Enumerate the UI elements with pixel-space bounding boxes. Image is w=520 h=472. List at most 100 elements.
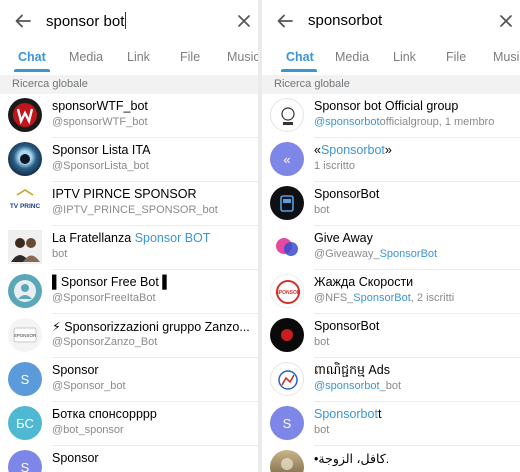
result-name: •کافل، الزوجة. [314,452,390,466]
list-item[interactable]: SponsorBot bot [262,182,520,226]
search-bar: sponsor bot [0,0,258,42]
avatar [270,230,304,264]
tab-music[interactable]: Musica [493,50,520,64]
avatar: SPONSOR [8,318,42,352]
result-handle: @IPTV_PRINCE_SPONSOR_bot [52,204,218,216]
section-header: Ricerca globale [0,75,258,94]
avatar-letter: « [270,142,304,176]
avatar [270,318,304,352]
search-bar: sponsorbot [262,0,520,42]
sponsor-stamp-icon: SPONSOR [275,280,301,304]
result-name: Ботка спонсорррр [52,407,157,421]
avatar [8,230,42,264]
result-members: 1 iscritto [314,160,355,172]
section-header: Ricerca globale [262,75,520,94]
results-list: Sponsor bot Official group @sponsorbotof… [262,94,520,472]
result-name: La Fratellanza Sponsor BOT [52,231,211,245]
result-handle: @SponsorZanzo_Bot [52,336,158,348]
clear-icon[interactable] [498,13,514,29]
active-tab-indicator [14,69,50,72]
group-logo-icon [281,107,295,125]
result-handle: @Sponsor_bot [52,380,126,392]
avatar-letter: БС [8,406,42,440]
avatar-text: SPONSOR [14,333,37,338]
eye-icon [20,154,30,164]
list-item[interactable]: ▌Sponsor Free Bot ▌ @SponsorFreeItaBot [0,270,258,314]
tab-media[interactable]: Media [335,50,369,64]
list-item[interactable]: TV PRINC IPTV PIRNCE SPONSOR @IPTV_PRINC… [0,182,258,226]
list-item[interactable]: La Fratellanza Sponsor BOT bot [0,226,258,270]
search-input[interactable]: sponsorbot [308,12,382,29]
result-handle: @sponsorWTF_bot [52,116,148,128]
tab-chat[interactable]: Chat [18,50,46,64]
result-name: Жажда Скорости [314,275,414,289]
avatar [8,98,42,132]
results-list: sponsorWTF_bot @sponsorWTF_bot Sponsor L… [0,94,258,472]
wtf-logo-icon [13,103,37,127]
back-arrow-icon[interactable] [276,12,294,30]
people-photo-icon [11,238,40,262]
search-input[interactable]: sponsor bot [46,12,127,30]
robot-icon [280,195,294,212]
tab-file[interactable]: File [446,50,466,64]
list-item[interactable]: S Sponsor @Sponsor_bot [0,358,258,402]
avatar [270,186,304,220]
avatar-letter: S [8,362,42,396]
red-logo-icon [281,329,293,341]
tab-media[interactable]: Media [69,50,103,64]
result-name: Sponsor [52,363,99,377]
ads-logo-icon [278,370,298,390]
list-item[interactable]: SPONSOR Жажда Скорости @NFS_SponsorBot, … [262,270,520,314]
list-item[interactable]: Sponsor Lista ITA @SponsorLista_bot [0,138,258,182]
list-item[interactable]: « «Sponsorbot» 1 iscritto [262,138,520,182]
avatar-letter: S [8,450,42,472]
list-item[interactable]: БС Ботка спонсорррр @bot_sponsor [0,402,258,446]
avatar [8,142,42,176]
avatar [270,98,304,132]
result-name: «Sponsorbot» [314,143,392,157]
list-item[interactable]: Sponsor bot Official group @sponsorbotof… [262,94,520,138]
result-name: SponsorBot [314,187,380,201]
tab-link[interactable]: Link [393,50,416,64]
avatar [270,362,304,396]
clear-icon[interactable] [236,13,252,29]
tab-file[interactable]: File [180,50,200,64]
list-item[interactable]: Give Away @Giveaway_SponsorBot [262,226,520,270]
avatar [270,450,304,472]
result-name: ពាណិជ្ជកម្ម Ads [314,363,390,377]
tab-chat[interactable]: Chat [286,50,314,64]
result-handle: @SponsorFreeItaBot [52,292,156,304]
result-handle: @SponsorLista_bot [52,160,149,172]
result-handle: @bot_sponsor [52,424,124,436]
result-name: Sponsor Lista ITA [52,143,151,157]
list-item[interactable]: sponsorWTF_bot @sponsorWTF_bot [0,94,258,138]
result-name: Sponsor [52,451,99,465]
avatar [8,274,42,308]
result-name: Sponsor bot Official group [314,99,459,113]
active-tab-indicator [281,69,317,72]
list-item[interactable]: SPONSOR ⚡ Sponsorizzazioni gruppo Zanzo.… [0,314,258,358]
list-item[interactable]: •کافل، الزوجة. [262,446,520,472]
tab-music[interactable]: Musica [227,50,258,64]
list-item[interactable]: SponsorBot bot [262,314,520,358]
left-search-panel: sponsor bot Chat Media Link File Musica … [0,0,258,472]
person-icon [14,280,36,302]
result-name: IPTV PIRNCE SPONSOR [52,187,197,201]
result-name: Sponsorbott [314,407,382,421]
result-type: bot [314,336,330,348]
result-name: SponsorBot [314,319,380,333]
tab-bar: Chat Media Link File Musica [262,42,520,72]
right-search-panel: sponsorbot Chat Media Link File Musica R… [262,0,520,472]
photo-icon [281,458,293,470]
list-item[interactable]: S Sponsor [0,446,258,472]
back-arrow-icon[interactable] [14,12,32,30]
sponsor-logo-icon: SPONSOR [13,327,37,343]
tab-link[interactable]: Link [127,50,150,64]
list-item[interactable]: ពាណិជ្ជកម្ម Ads @sponsorbot_bot [262,358,520,402]
list-item[interactable]: S Sponsorbott bot [262,402,520,446]
avatar-text: SPONSOR [275,290,300,296]
result-handle: @NFS_SponsorBot, 2 iscritti [314,292,455,304]
result-type: bot [314,204,330,216]
avatar: SPONSOR [270,274,304,308]
result-type: bot [314,424,330,436]
